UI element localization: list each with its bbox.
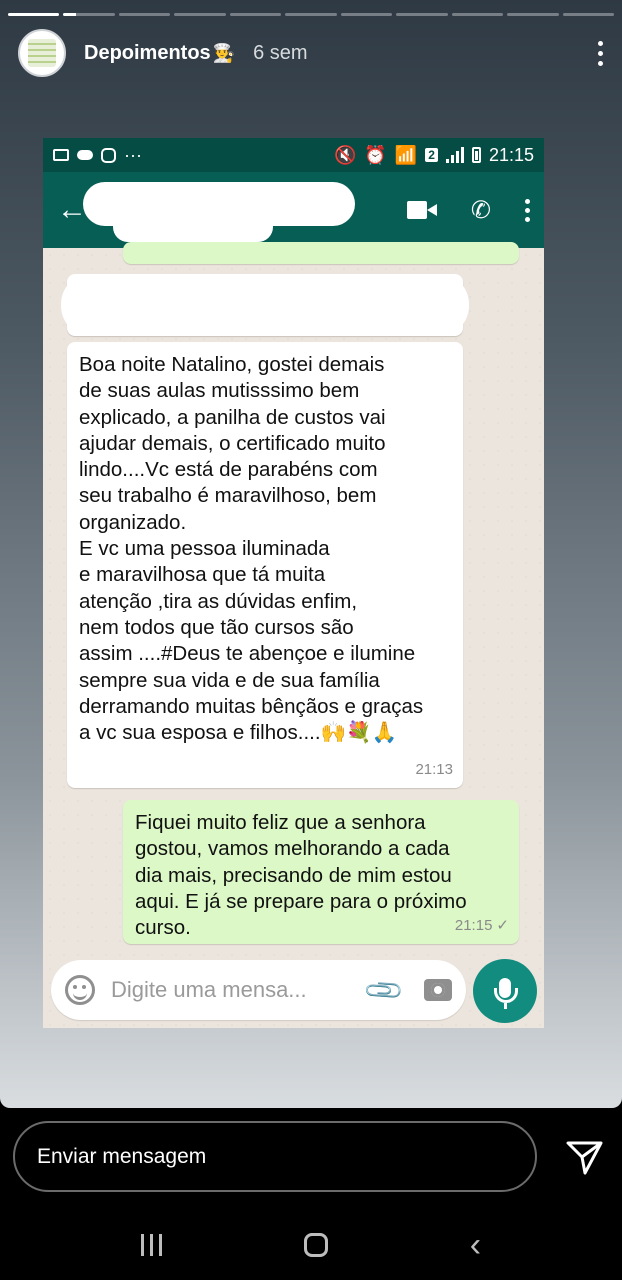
message-text: Fiquei muito feliz que a senhora gostou,…: [135, 811, 467, 940]
progress-segment: [562, 13, 614, 16]
progress-segment: [63, 13, 115, 16]
partial-outgoing-bubble: [123, 242, 519, 264]
redacted-contact-name: [113, 212, 273, 242]
cloud-icon: [77, 150, 93, 160]
message-text: Boa noite Natalino, gostei demais de sua…: [79, 353, 424, 745]
story-time-ago: 6 sem: [253, 41, 308, 64]
whatsapp-screenshot: ··· 🔇 ⏰ 📶 2 21:15 ← ✆ Boa noite Natalino…: [43, 138, 544, 1028]
composer-placeholder[interactable]: Digite uma mensa...: [111, 977, 368, 1003]
progress-segment: [507, 13, 559, 16]
progress-segment: [229, 13, 282, 16]
message-time: 21:13: [415, 760, 453, 778]
message-time: 21:15: [454, 916, 493, 934]
video-call-icon[interactable]: [406, 201, 437, 219]
back-arrow-icon[interactable]: ←: [57, 193, 87, 227]
more-options-icon[interactable]: [596, 40, 604, 66]
redacted-message: [61, 274, 469, 336]
chat-toolbar: ← ✆: [43, 172, 544, 248]
progress-segment: [340, 13, 393, 16]
story-header: Depoimentos 👨‍🍳 6 sem: [18, 28, 604, 78]
chat-menu-icon[interactable]: [525, 198, 530, 222]
android-nav-bar: ‹: [0, 1210, 622, 1280]
progress-segment: [285, 13, 337, 16]
emoji-icon[interactable]: [65, 975, 95, 1005]
progress-segment: [451, 13, 504, 16]
back-icon[interactable]: ‹: [470, 1228, 481, 1262]
story-viewer: Depoimentos👨‍🍳 6 sem ··· 🔇 ⏰ 📶 2 21:15: [0, 0, 622, 1108]
alarm-icon: ⏰: [364, 144, 387, 165]
voice-call-icon[interactable]: ✆: [471, 196, 491, 225]
microphone-button[interactable]: [473, 959, 537, 1023]
sim-badge: 2: [425, 148, 438, 162]
chat-area: Boa noite Natalino, gostei demais de sua…: [43, 242, 544, 1028]
reply-placeholder: Enviar mensagem: [37, 1144, 207, 1168]
progress-segment: [8, 13, 60, 16]
outgoing-message[interactable]: Fiquei muito feliz que a senhora gostou,…: [123, 800, 519, 944]
progress-segment: [174, 13, 226, 16]
story-username[interactable]: Depoimentos 👨‍🍳: [84, 42, 235, 65]
attach-icon[interactable]: 📎: [361, 968, 406, 1013]
recent-apps-icon[interactable]: [140, 1234, 162, 1256]
more-notifications-icon: ···: [124, 144, 142, 165]
progress-segment: [396, 13, 448, 16]
mute-icon: 🔇: [334, 144, 357, 165]
laptop-icon: [53, 149, 69, 161]
sent-check-icon: ✓: [496, 916, 509, 934]
instagram-icon: [101, 147, 116, 163]
message-composer[interactable]: Digite uma mensa... 📎: [51, 960, 466, 1020]
avatar[interactable]: [18, 29, 66, 77]
home-icon[interactable]: [303, 1233, 328, 1257]
phone-status-bar: ··· 🔇 ⏰ 📶 2 21:15: [43, 138, 544, 172]
signal-icon: [445, 147, 464, 163]
send-icon[interactable]: [566, 1140, 604, 1176]
chef-emoji: 👨‍🍳: [212, 42, 236, 63]
story-reply-input[interactable]: Enviar mensagem: [13, 1121, 537, 1192]
incoming-message[interactable]: Boa noite Natalino, gostei demais de sua…: [67, 342, 463, 788]
progress-segment: [118, 13, 171, 16]
microphone-icon: [494, 978, 518, 1009]
battery-icon: [471, 147, 481, 163]
wifi-icon: 📶: [394, 144, 418, 165]
story-progress-bar: [8, 13, 614, 16]
camera-icon[interactable]: [424, 979, 452, 1001]
status-time: 21:15: [488, 144, 534, 165]
